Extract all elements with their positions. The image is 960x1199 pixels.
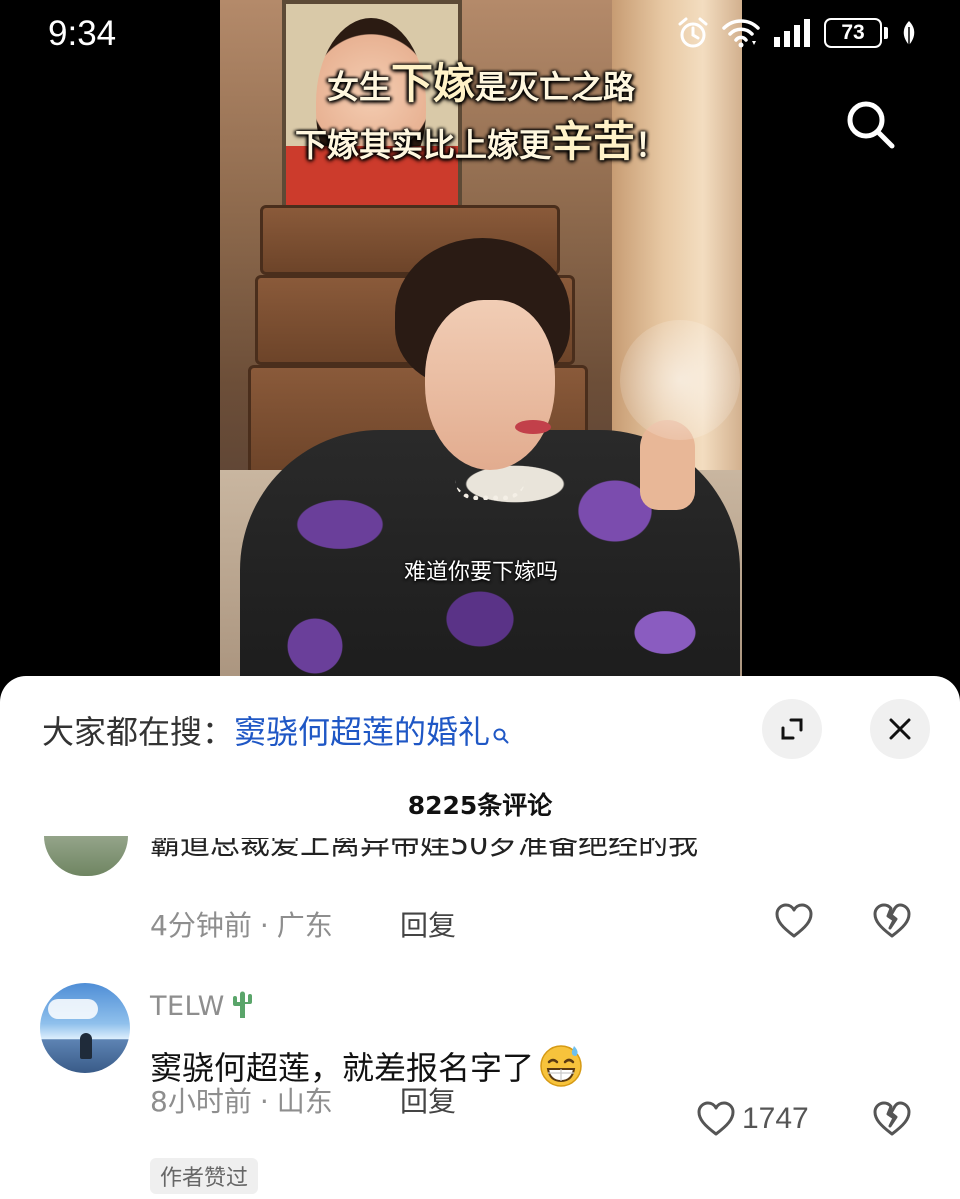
dislike-button[interactable] — [872, 902, 912, 940]
like-button[interactable]: 1747 — [696, 1100, 809, 1138]
trending-term-link[interactable]: 窦骁何超莲的婚礼 — [234, 713, 490, 751]
cactus-icon — [229, 988, 255, 1027]
video-caption-line-1: 女生下嫁是灭亡之路 — [326, 59, 636, 108]
author-liked-badge: 作者赞过 — [150, 1158, 259, 1194]
comment-count: 8225条评论 — [407, 791, 553, 820]
trending-search[interactable]: 大家都在搜：窦骁何超莲的婚礼 — [42, 712, 510, 754]
video-frame[interactable]: 女生下嫁是灭亡之路 下嫁其实比上嫁更辛苦！ 难道你要下嫁吗 — [220, 0, 742, 700]
grinning-sweat-emoji-icon — [538, 1042, 584, 1098]
comment-location: 山东 — [276, 1085, 333, 1118]
comment-text: 霸道总裁爱上离异带娃50岁准备绝经的我 — [150, 838, 699, 862]
heart-icon — [775, 903, 813, 938]
search-button[interactable] — [842, 96, 900, 154]
expand-icon — [781, 718, 803, 740]
wifi-icon — [722, 17, 760, 49]
status-icons: 73 — [676, 16, 918, 50]
signal-icon — [772, 19, 812, 47]
video-subtitle: 难道你要下嫁吗 — [403, 560, 558, 585]
comment-meta: 4分钟前 · 广东 — [150, 909, 333, 942]
battery-level: 73 — [824, 18, 882, 48]
alarm-icon — [676, 16, 710, 50]
broken-heart-icon — [873, 903, 911, 938]
video-smoke — [620, 320, 740, 440]
comment-location: 广东 — [276, 909, 333, 942]
trending-label: 大家都在搜： — [42, 713, 235, 751]
search-icon — [492, 714, 510, 754]
close-icon — [889, 718, 911, 740]
search-icon — [847, 101, 895, 149]
video-person-necklace — [455, 480, 525, 500]
comment-time: 8小时前 — [150, 1085, 252, 1118]
reply-button[interactable]: 回复 — [400, 904, 456, 944]
video-person-face — [425, 300, 555, 470]
leaf-icon — [900, 19, 918, 47]
comment-time: 4分钟前 — [150, 909, 252, 942]
broken-heart-icon — [873, 1101, 911, 1136]
like-button[interactable] — [774, 902, 814, 940]
status-time: 9:34 — [48, 14, 117, 53]
comment-username[interactable]: TELW — [150, 988, 255, 1027]
heart-icon — [697, 1101, 735, 1136]
dislike-button[interactable] — [872, 1100, 912, 1138]
like-count: 1747 — [742, 1102, 809, 1135]
video-player[interactable]: 女生下嫁是灭亡之路 下嫁其实比上嫁更辛苦！ 难道你要下嫁吗 9:34 73 — [0, 0, 960, 700]
avatar[interactable] — [44, 836, 128, 876]
comment-meta: 8小时前 · 山东 — [150, 1085, 333, 1118]
expand-button[interactable] — [762, 699, 822, 759]
close-button[interactable] — [870, 699, 930, 759]
avatar[interactable] — [40, 983, 130, 1073]
video-caption-line-2: 下嫁其实比上嫁更辛苦！ — [294, 117, 668, 166]
reply-button[interactable]: 回复 — [400, 1080, 456, 1120]
comments-panel: 大家都在搜：窦骁何超莲的婚礼 8225条评论 霸道总裁爱上离异带娃50岁准备绝经… — [0, 676, 960, 1199]
battery-icon: 73 — [824, 18, 888, 48]
